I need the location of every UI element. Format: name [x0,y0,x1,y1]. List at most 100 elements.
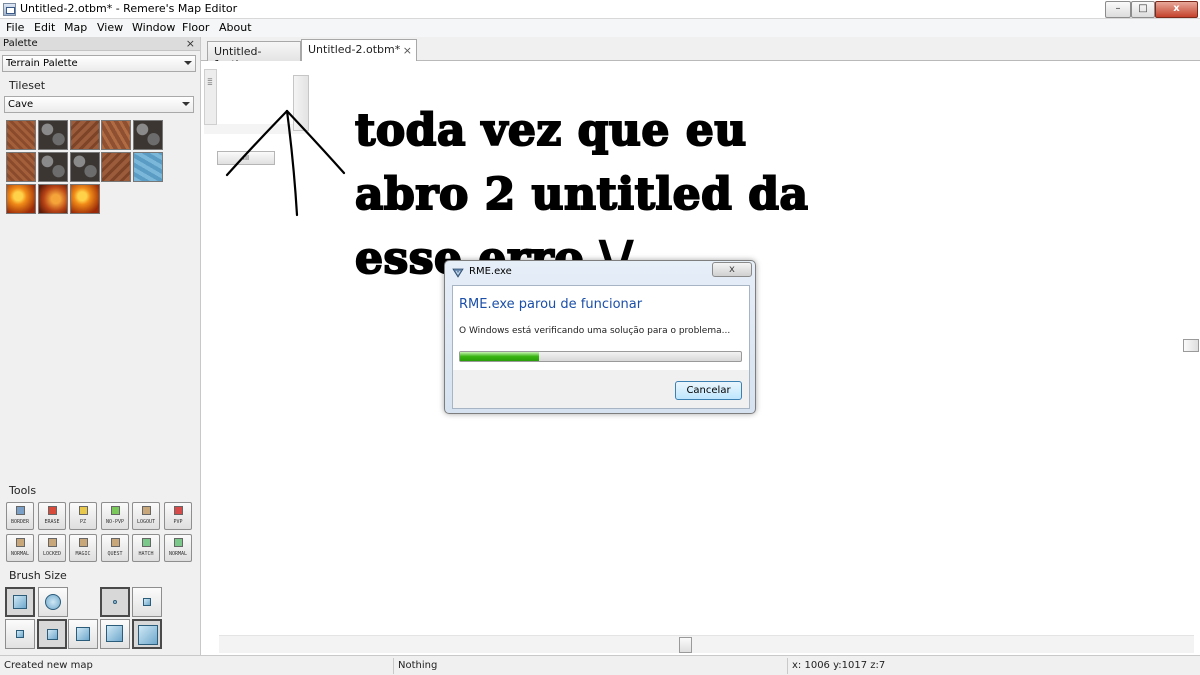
tool-icon [79,538,88,547]
tileset-label: Tileset [9,79,46,92]
error-dialog: RME.exe x RME.exe parou de funcionar O W… [444,260,756,414]
menu-about[interactable]: About [219,21,252,34]
tool-icon [174,538,183,547]
tool-label: NO-PVP [105,519,125,525]
tool-button-pvp[interactable]: PVP [164,502,192,530]
vertical-scroll-thumb[interactable] [1183,339,1199,352]
tool-button-magic[interactable]: MAGIC [69,534,97,562]
palette-title: Palette [3,38,38,49]
progress-bar [459,351,742,362]
tool-icon [16,538,25,547]
tool-icon [111,538,120,547]
tool-button-hatch[interactable]: HATCH [132,534,160,562]
dialog-heading: RME.exe parou de funcionar [459,297,643,312]
tool-label: LOCKED [42,551,62,557]
circle-brush-icon [45,594,61,610]
palette-select[interactable]: Terrain Palette [2,55,196,72]
brush-size-5[interactable] [68,619,98,649]
brush-size-5-icon [76,627,90,641]
tool-button-logout[interactable]: LOGOUT [132,502,160,530]
title-bar: Untitled-2.otbm* - Remere's Map Editor –… [0,0,1200,19]
app-icon [3,3,16,16]
brush-size-7-icon [138,625,158,645]
status-divider [393,658,394,674]
tile-brush[interactable] [70,152,100,182]
tool-button-normal[interactable]: NORMAL [6,534,34,562]
status-selection: Nothing [398,660,438,671]
scroll-grip-icon: = = [207,76,213,88]
brush-size-4[interactable] [37,619,67,649]
tool-label: PVP [173,519,183,525]
cancel-button[interactable]: Cancelar [675,381,742,400]
palette-close-icon[interactable]: × [186,37,195,50]
brush-size-2-icon [143,598,151,606]
menu-window[interactable]: Window [132,21,175,34]
horizontal-scrollbar[interactable] [219,635,1194,653]
close-window-button[interactable]: x [1155,1,1198,18]
status-divider [787,658,788,674]
maximize-button[interactable]: □ [1131,1,1155,18]
menu-map[interactable]: Map [64,21,87,34]
tool-button-erase[interactable]: ERASE [38,502,66,530]
brush-shape-circle[interactable] [38,587,68,617]
tool-button-no-pvp[interactable]: NO-PVP [101,502,129,530]
tool-button-normal[interactable]: NORMAL [164,534,192,562]
tile-brush[interactable] [133,152,163,182]
tile-brush[interactable] [38,120,68,150]
menu-floor[interactable]: Floor [182,21,209,34]
tool-button-border[interactable]: BORDER [6,502,34,530]
tab-untitled-1[interactable]: Untitled-1.otbm [207,41,301,71]
brush-size-6[interactable] [100,619,130,649]
brush-shape-square[interactable] [5,587,35,617]
menu-edit[interactable]: Edit [34,21,55,34]
dialog-content: RME.exe parou de funcionar O Windows est… [453,286,749,370]
tile-brush[interactable] [70,120,100,150]
status-message: Created new map [4,660,93,671]
palette-panel: Palette × Terrain Palette Tileset Cave T… [0,37,201,655]
tool-icon [142,538,151,547]
tab-untitled-2[interactable]: Untitled-2.otbm* × [301,39,417,62]
brush-size-2[interactable] [132,587,162,617]
brush-size-7[interactable] [132,619,162,649]
brush-size-label: Brush Size [9,569,67,582]
tile-brush[interactable] [70,184,100,214]
mini-vertical-scrollbar[interactable]: = = [204,69,217,125]
tool-label: NORMAL [168,551,188,557]
tool-icon [111,506,120,515]
tool-button-quest[interactable]: QUEST [101,534,129,562]
minimize-button[interactable]: – [1105,1,1131,18]
tool-label: PZ [79,519,87,525]
tool-label: HATCH [138,551,154,557]
status-bar: Created new map Nothing x: 1006 y:1017 z… [0,655,1200,675]
tile-brush[interactable] [101,120,131,150]
tool-icon [16,506,25,515]
tool-icon [142,506,151,515]
tile-brush[interactable] [38,184,68,214]
horizontal-scroll-thumb[interactable] [679,637,692,653]
tile-brush[interactable] [6,184,36,214]
dialog-close-button[interactable]: x [712,262,752,277]
brush-size-3[interactable] [5,619,35,649]
tile-brush[interactable] [38,152,68,182]
tile-brush[interactable] [133,120,163,150]
tool-button-locked[interactable]: LOCKED [38,534,66,562]
menu-view[interactable]: View [97,21,123,34]
tile-brush[interactable] [101,152,131,182]
tool-label: NORMAL [10,551,30,557]
menu-file[interactable]: File [6,21,24,34]
tool-icon [48,506,57,515]
tileset-select-value: Cave [8,99,34,110]
square-brush-icon [13,595,27,609]
tool-label: QUEST [107,551,123,557]
dialog-message: O Windows está verificando uma solução p… [459,326,731,336]
brush-size-3-icon [16,630,24,638]
brush-size-1[interactable] [100,587,130,617]
progress-bar-fill [460,352,539,361]
menu-bar: File Edit Map View Window Floor About [0,19,1200,37]
tab-close-icon[interactable]: × [403,44,412,57]
tool-label: MAGIC [75,551,91,557]
tileset-select[interactable]: Cave [4,96,194,113]
tile-brush[interactable] [6,152,36,182]
tool-button-pz[interactable]: PZ [69,502,97,530]
tile-brush[interactable] [6,120,36,150]
